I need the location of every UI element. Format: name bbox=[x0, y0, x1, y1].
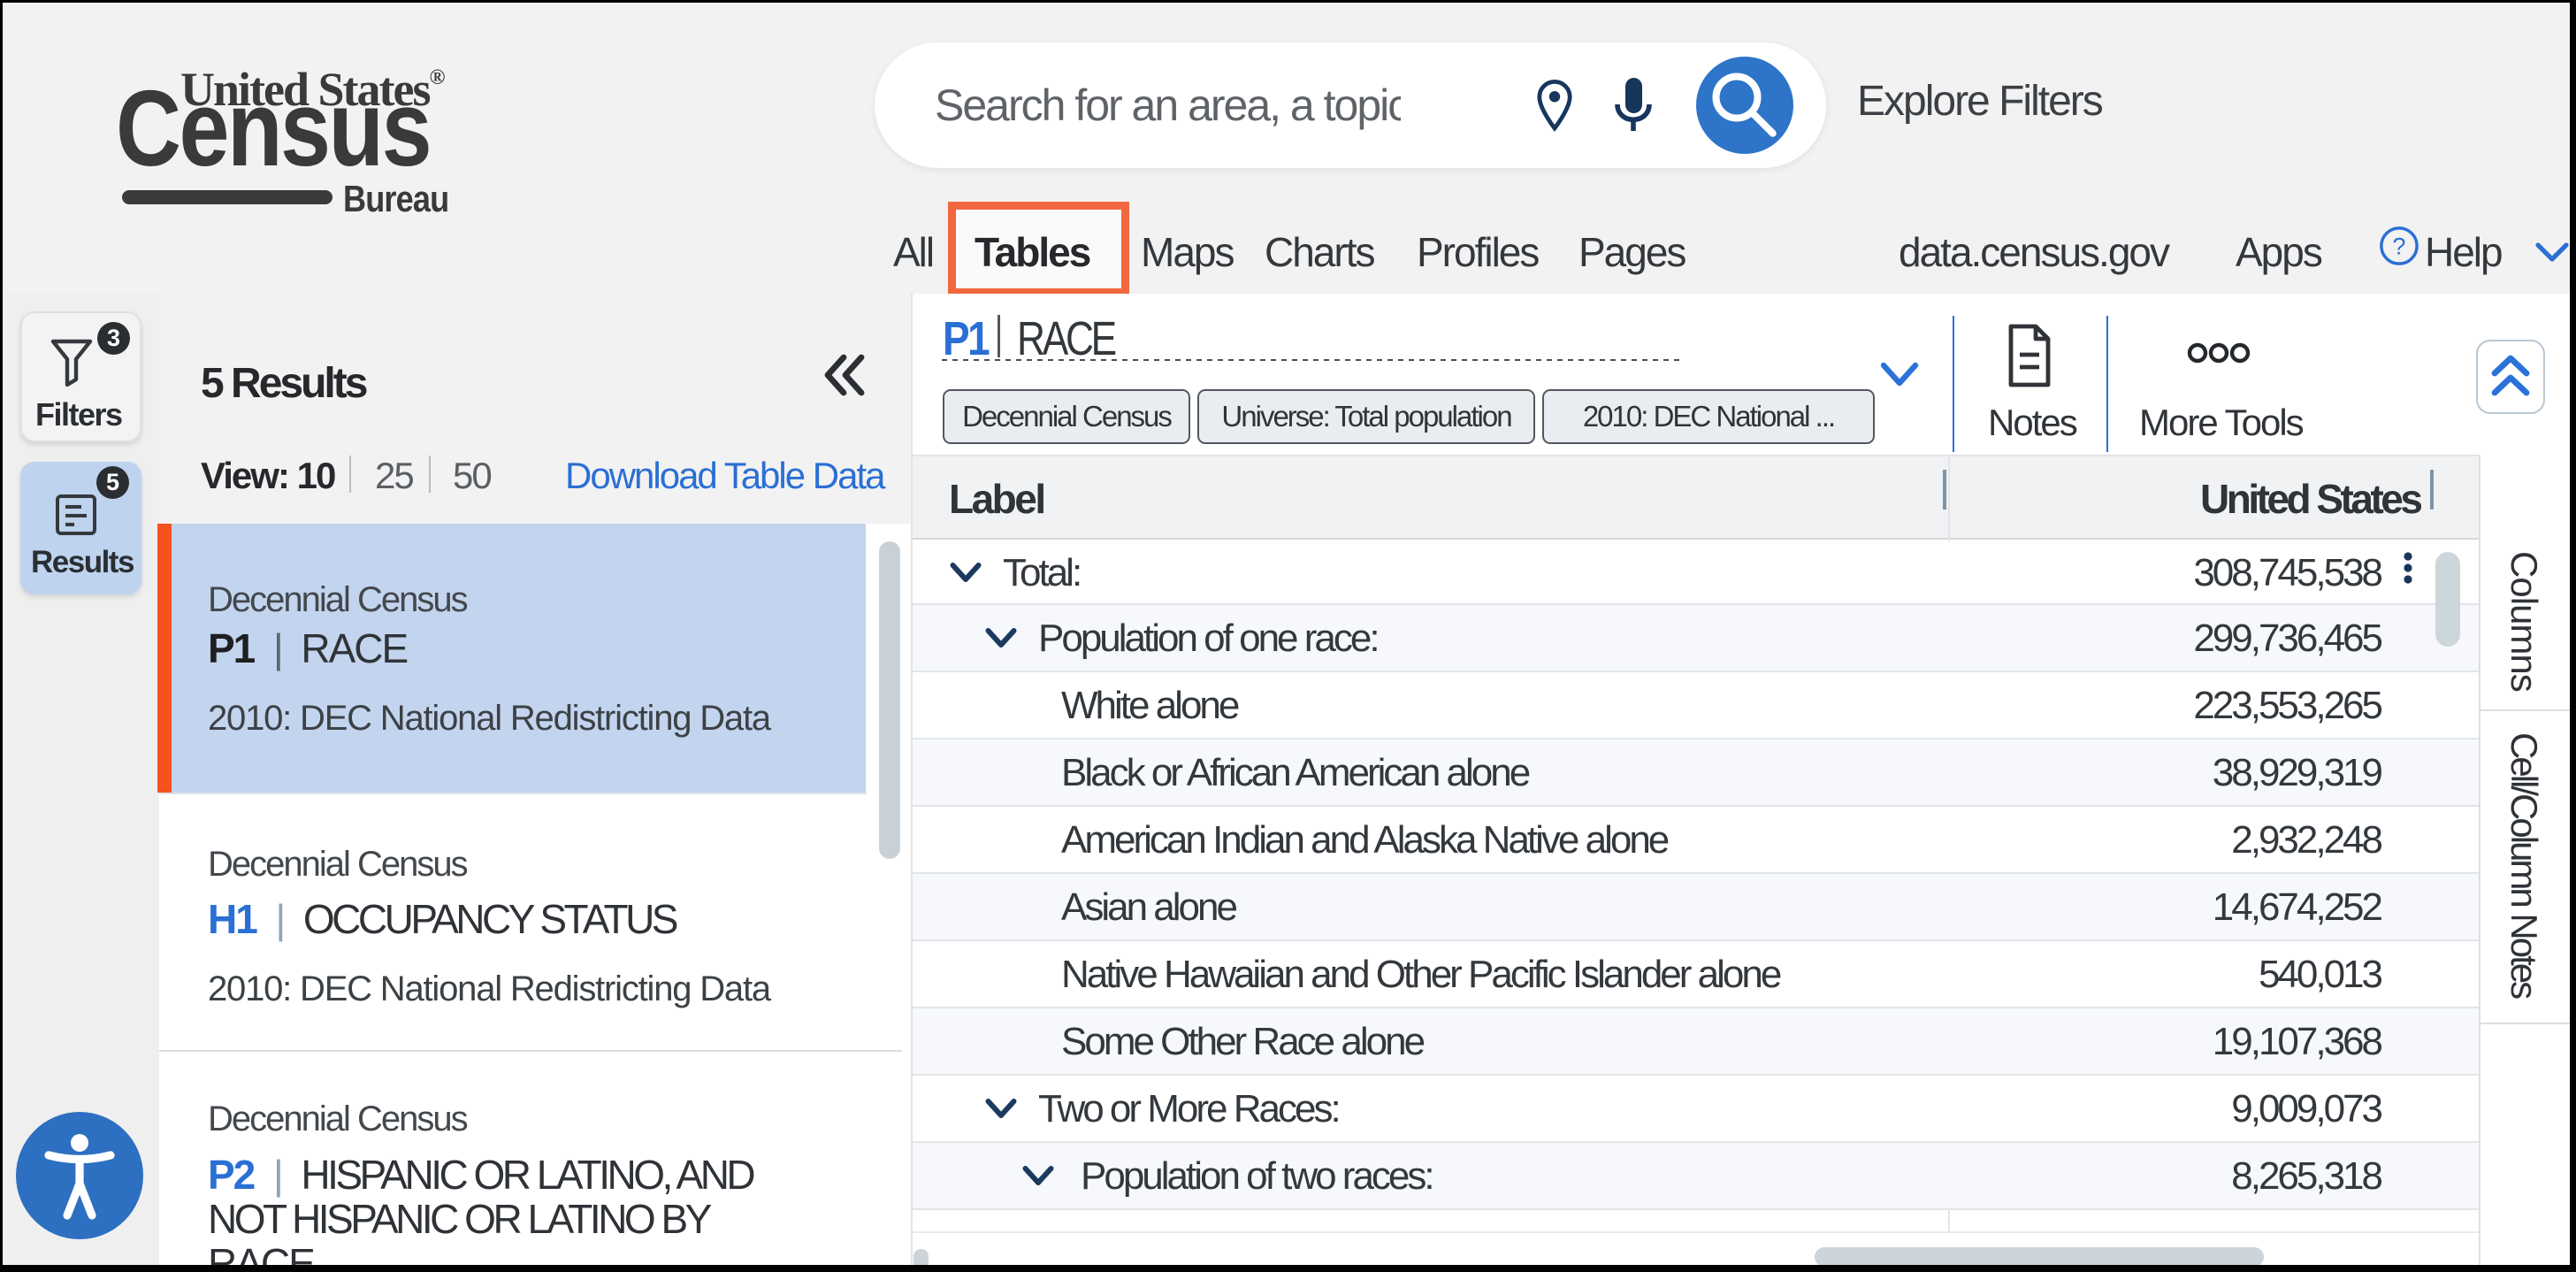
svg-text:?: ? bbox=[2393, 234, 2406, 260]
